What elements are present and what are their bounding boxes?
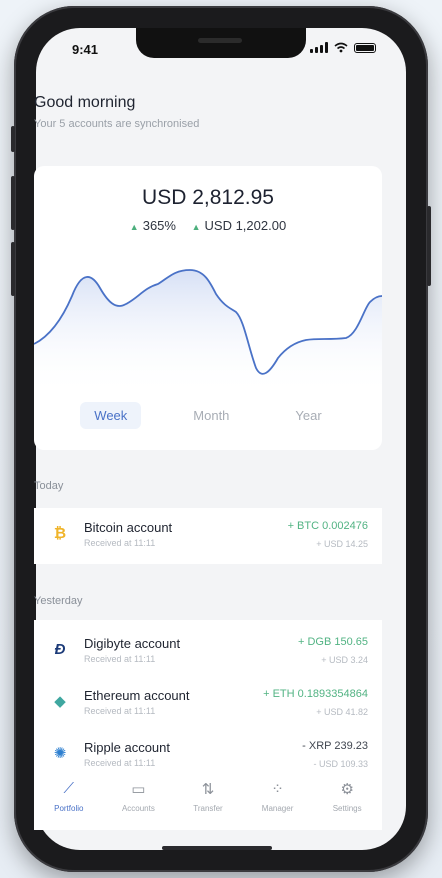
bitcoin-icon: ₿ [53,525,67,542]
status-icons [310,42,376,53]
digibyte-icon: Ɖ [54,641,66,658]
portfolio-change: ▲ 365% ▲ USD 1,202.00 [34,218,382,233]
transaction-time: Received at 11:11 [84,706,156,716]
tab-label: Portfolio [54,804,84,813]
notch [136,28,306,58]
transaction-row-ethereum[interactable]: ◆ Ethereum account Received at 11:11 + E… [34,676,382,732]
tab-month[interactable]: Month [179,402,243,429]
portfolio-chart [34,269,382,396]
transaction-time: Received at 11:11 [84,758,156,768]
volume-up-button [11,176,15,230]
crypto-amount: + ETH 0.1893354864 [263,688,368,700]
gear-icon: ⚙ [340,781,354,798]
ethereum-icon: ◆ [54,693,66,710]
transaction-row-bitcoin[interactable]: ₿ Bitcoin account Received at 11:11 + BT… [34,508,382,564]
crypto-amount: + DGB 150.65 [297,636,368,648]
account-name: Ripple account [84,740,170,755]
account-name: Bitcoin account [84,520,173,535]
account-name: Ethereum account [84,688,190,703]
fiat-amount: + USD 14.25 [316,539,368,549]
up-arrow-icon: ▲ [191,222,201,232]
greeting: Good morning Your 5 accounts are synchro… [34,94,354,130]
signal-icon [310,42,328,53]
tab-manager[interactable]: ⁘ Manager [245,770,311,830]
tab-settings[interactable]: ⚙ Settings [314,770,380,830]
fiat-amount: - USD 109.33 [313,759,368,769]
tab-label: Manager [261,804,294,813]
fiat-amount: + USD 41.82 [316,707,368,717]
tab-label: Settings [332,804,362,813]
chart-area [34,270,382,396]
tab-label: Accounts [121,804,155,813]
tab-year[interactable]: Year [281,402,335,429]
bottom-tab-bar: ⟋ Portfolio ▭ Accounts ⇅ Transfer ⁘ Mana… [34,770,382,830]
ripple-icon: ✺ [53,745,67,762]
tab-week[interactable]: Week [80,402,142,429]
transaction-time: Received at 11:11 [84,654,156,664]
volume-down-button [11,242,15,296]
chart-icon: ⟋ [63,780,75,797]
section-yesterday: Yesterday [34,595,83,607]
transaction-row-digibyte[interactable]: Ɖ Digibyte account Received at 11:11 + D… [34,624,382,680]
tab-label: Transfer [193,804,223,813]
tab-accounts[interactable]: ▭ Accounts [105,770,171,830]
up-arrow-icon: ▲ [129,222,139,232]
account-name: Digibyte account [84,636,181,651]
status-time: 9:41 [72,42,99,57]
wallet-icon: ▭ [131,781,146,798]
home-indicator [162,846,272,850]
tab-transfer[interactable]: ⇅ Transfer [175,770,241,830]
transfer-icon: ⇅ [201,781,215,798]
battery-icon [354,42,376,53]
crypto-amount: + BTC 0.002476 [287,520,368,532]
wifi-icon [334,42,348,53]
tab-portfolio[interactable]: ⟋ Portfolio [36,770,102,830]
fiat-amount: + USD 3.24 [321,655,368,665]
mute-switch [11,126,15,152]
range-tabs: Week Month Year [34,402,382,429]
section-today: Today [34,480,64,492]
transaction-row-ripple[interactable]: ✺ Ripple account Received at 11:11 - XRP… [34,728,382,770]
crypto-amount: - XRP 239.23 [302,740,368,752]
change-percent: 365% [142,218,176,233]
greeting-title: Good morning [34,94,136,111]
portfolio-total: USD 2,812.95 [142,186,274,209]
power-button [427,206,431,286]
portfolio-card: USD 2,812.95 ▲ 365% ▲ USD 1,202.00 Week Mo… [34,166,382,450]
manager-icon: ⁘ [271,781,284,798]
sync-status: Your 5 accounts are synchronised [34,118,200,130]
transaction-time: Received at 11:11 [84,538,156,548]
change-value: USD 1,202.00 [204,218,287,233]
